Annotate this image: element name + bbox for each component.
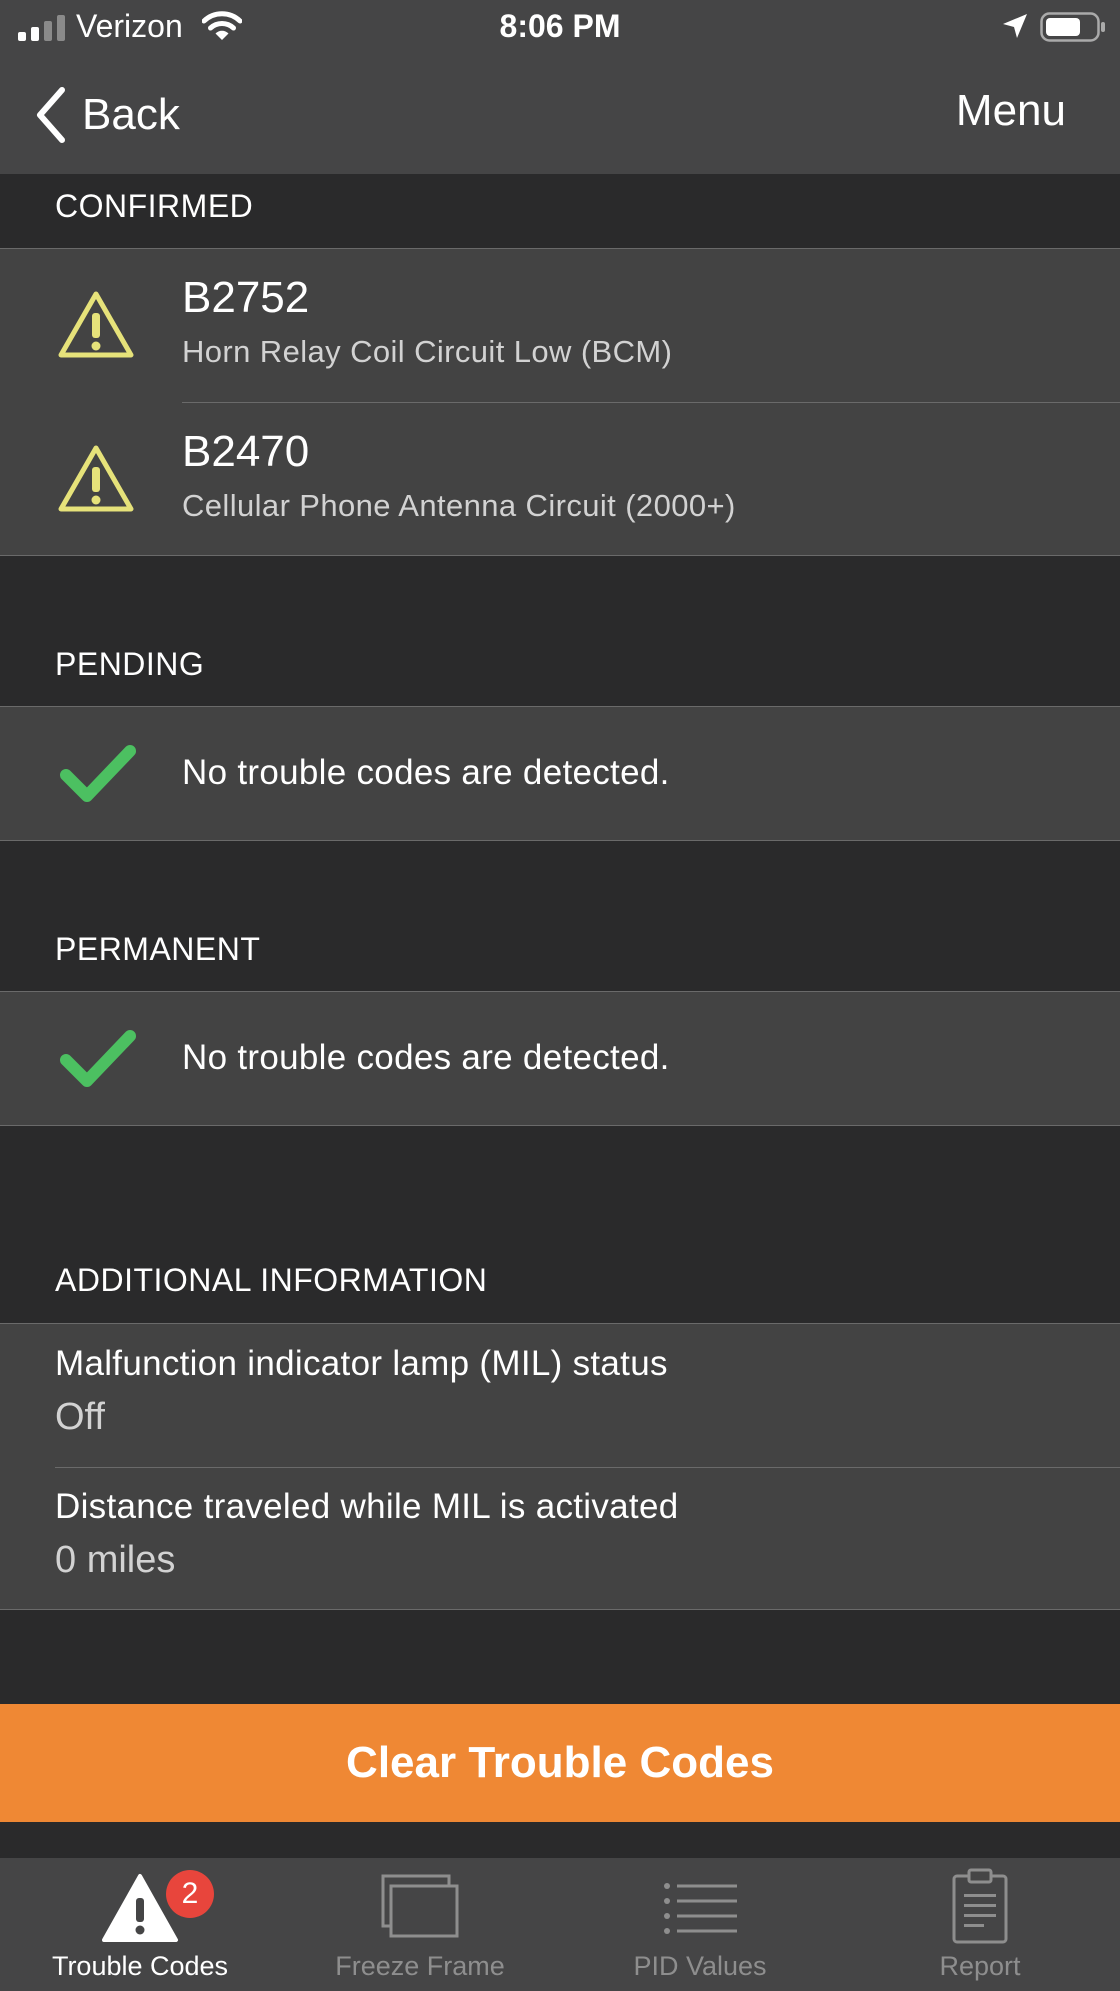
trouble-code-row[interactable]: B2470 Cellular Phone Antenna Circuit (20… xyxy=(0,403,1120,556)
info-row: Distance traveled while MIL is activated… xyxy=(0,1468,1120,1611)
battery-icon xyxy=(1040,12,1105,42)
status-bar: Verizon 8:06 PM xyxy=(0,0,1120,56)
trouble-code: B2470 xyxy=(182,427,310,476)
list-icon xyxy=(664,1883,737,1934)
trouble-code-row[interactable]: B2752 Horn Relay Coil Circuit Low (BCM) xyxy=(0,249,1120,402)
info-row: Malfunction indicator lamp (MIL) status … xyxy=(0,1324,1120,1467)
check-icon xyxy=(60,1030,136,1087)
back-label: Back xyxy=(82,90,180,139)
permanent-panel: No trouble codes are detected. xyxy=(0,991,1120,1126)
check-icon xyxy=(60,745,136,802)
tab-label: PID Values xyxy=(633,1951,767,1981)
menu-button[interactable]: Menu xyxy=(956,86,1066,136)
clear-trouble-codes-button[interactable]: Clear Trouble Codes xyxy=(0,1704,1120,1822)
warning-icon xyxy=(58,291,134,358)
mil-distance-value: 0 miles xyxy=(55,1539,176,1581)
top-bar: Verizon 8:06 PM Back Menu xyxy=(0,0,1120,174)
clipboard-icon xyxy=(952,1868,1008,1944)
tab-report[interactable]: Report xyxy=(840,1858,1120,1991)
additional-info-panel: Malfunction indicator lamp (MIL) status … xyxy=(0,1323,1120,1610)
warning-icon xyxy=(58,445,134,512)
tab-label: Freeze Frame xyxy=(335,1951,505,1981)
tab-label: Report xyxy=(939,1951,1021,1981)
trouble-code: B2752 xyxy=(182,273,310,322)
additional-info-header: ADDITIONAL INFORMATION xyxy=(55,1262,488,1298)
notification-badge: 2 xyxy=(166,1870,214,1918)
frames-icon xyxy=(381,1874,459,1938)
back-button[interactable]: Back xyxy=(30,80,180,150)
location-arrow-icon xyxy=(1003,14,1027,38)
confirmed-header: CONFIRMED xyxy=(55,188,254,224)
tab-freeze-frame[interactable]: Freeze Frame xyxy=(280,1858,560,1991)
mil-status-label: Malfunction indicator lamp (MIL) status xyxy=(55,1344,668,1383)
tab-trouble-codes[interactable]: 2 Trouble Codes xyxy=(0,1858,280,1991)
tab-pid-values[interactable]: PID Values xyxy=(560,1858,840,1991)
no-codes-message: No trouble codes are detected. xyxy=(182,1038,670,1077)
clock: 8:06 PM xyxy=(499,8,621,44)
no-codes-message: No trouble codes are detected. xyxy=(182,753,670,792)
mil-distance-label: Distance traveled while MIL is activated xyxy=(55,1487,679,1526)
confirmed-panel: B2752 Horn Relay Coil Circuit Low (BCM) … xyxy=(0,248,1120,556)
trouble-code-description: Horn Relay Coil Circuit Low (BCM) xyxy=(182,334,673,369)
pending-panel: No trouble codes are detected. xyxy=(0,706,1120,841)
pending-header: PENDING xyxy=(55,646,205,682)
trouble-code-description: Cellular Phone Antenna Circuit (2000+) xyxy=(182,488,736,523)
permanent-header: PERMANENT xyxy=(55,931,261,967)
tab-bar: 2 Trouble Codes Freeze Frame PID Values … xyxy=(0,1858,1120,1991)
chevron-left-icon xyxy=(37,87,65,143)
mil-status-value: Off xyxy=(55,1396,105,1438)
tab-label: Trouble Codes xyxy=(51,1951,229,1981)
